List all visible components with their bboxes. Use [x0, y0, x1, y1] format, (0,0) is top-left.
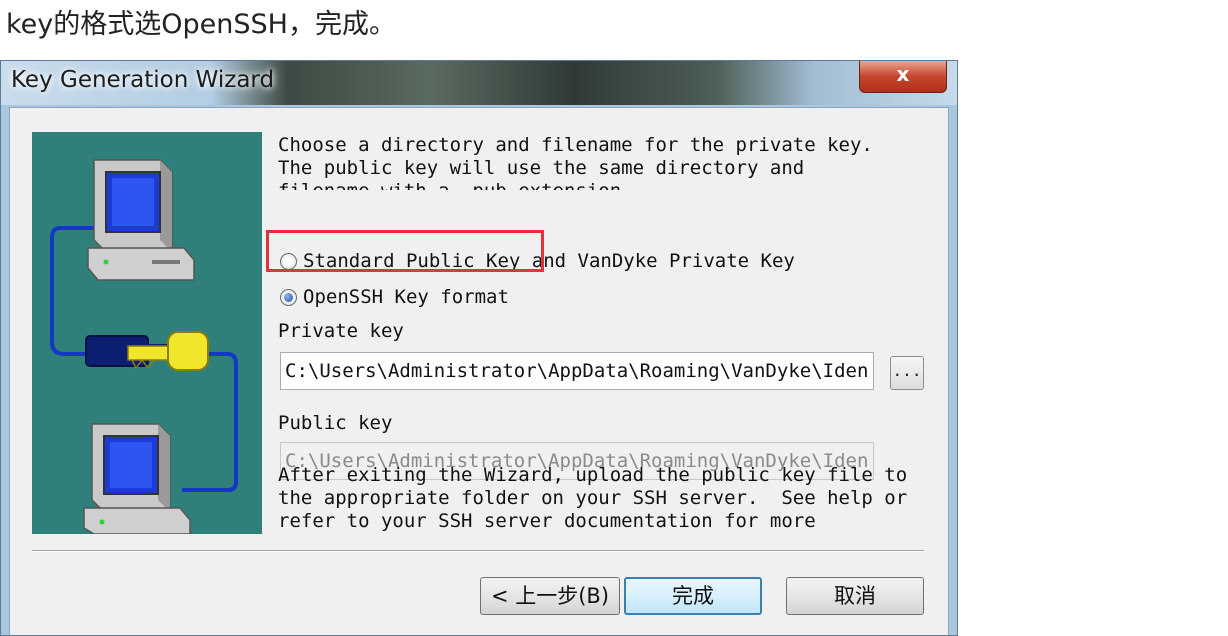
top-computer-icon: [87, 159, 195, 281]
browse-button[interactable]: ...: [890, 356, 924, 390]
wizard-illustration: [32, 132, 262, 534]
finish-button[interactable]: 完成: [624, 577, 762, 615]
radio-circle-checked[interactable]: [280, 288, 297, 306]
back-button[interactable]: < 上一步(B): [480, 577, 620, 615]
private-key-field[interactable]: C:\Users\Administrator\AppData\Roaming\V…: [280, 352, 874, 390]
radio-openssh-format[interactable]: OpenSSH Key format: [280, 284, 509, 310]
private-key-label: Private key: [278, 320, 404, 342]
computers-key-illustration: [50, 159, 238, 534]
button-separator: [32, 550, 924, 552]
radio-openssh-label: OpenSSH Key format: [303, 286, 509, 308]
key-icon: [85, 331, 209, 371]
window-title: Key Generation Wizard: [11, 67, 275, 93]
annotation-highlight-box: [266, 230, 544, 272]
close-button[interactable]: x: [859, 61, 947, 93]
after-exit-text: After exiting the Wizard, upload the pub…: [278, 464, 908, 534]
cancel-button[interactable]: 取消: [786, 577, 924, 615]
bottom-computer-icon: [83, 423, 191, 534]
article-caption: key的格式选OpenSSH，完成。: [6, 9, 396, 40]
key-generation-wizard-window: Key Generation Wizard x Choose a directo…: [0, 60, 958, 636]
bottom-cable: [182, 352, 238, 492]
window-titlebar[interactable]: Key Generation Wizard x: [1, 61, 957, 105]
intro-text: Choose a directory and filename for the …: [278, 134, 873, 190]
wizard-client-area: Choose a directory and filename for the …: [9, 107, 949, 635]
public-key-label: Public key: [278, 412, 393, 434]
